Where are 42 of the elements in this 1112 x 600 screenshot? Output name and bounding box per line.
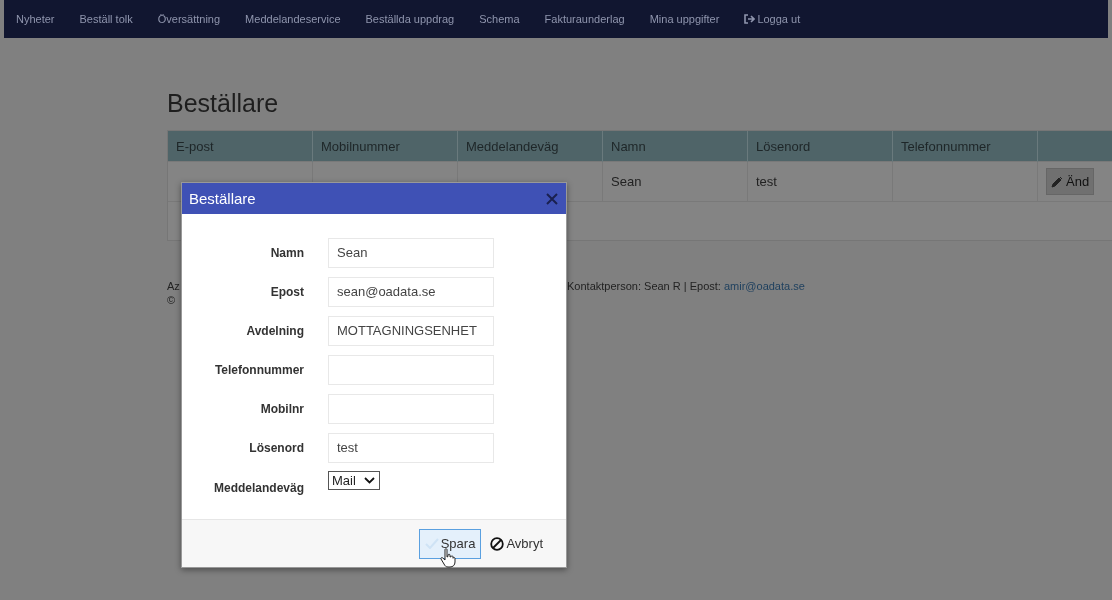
nav-link[interactable]: Beställda uppdrag xyxy=(365,13,455,25)
column-header: Meddelandeväg xyxy=(457,131,603,162)
field-label: Telefonnummer xyxy=(213,362,304,377)
logout-icon xyxy=(744,14,756,24)
nav-link[interactable]: Schema xyxy=(479,13,520,25)
column-header: Telefonnummer xyxy=(892,131,1038,162)
nav-link[interactable]: Nyheter xyxy=(16,13,55,25)
input-field[interactable]: MOTTAGNINGSENHET xyxy=(328,315,494,346)
field-label: Mobilnr xyxy=(259,401,304,416)
pencil-icon xyxy=(1051,175,1063,188)
input-field[interactable]: sean@oadata.se xyxy=(328,276,494,307)
dialog-title: Beställare xyxy=(189,190,256,207)
ban-icon xyxy=(490,536,505,551)
column-header: Namn xyxy=(602,131,748,162)
logout-link[interactable]: Logga ut xyxy=(744,13,801,25)
column-header: Lösenord xyxy=(747,131,893,162)
input-field[interactable]: test xyxy=(328,432,494,463)
nav-link[interactable]: Fakturaunderlag xyxy=(544,13,625,25)
copyright-text: © xyxy=(167,293,176,307)
select-field[interactable]: Mail xyxy=(328,471,380,490)
nav-link[interactable]: Mina uppgifter xyxy=(649,13,720,25)
input-field[interactable]: Sean xyxy=(328,237,494,268)
chevron-down-icon xyxy=(363,477,375,484)
field-label: Avdelning xyxy=(245,323,304,338)
page-title: Beställare xyxy=(167,88,280,118)
column-header: Mobilnummer xyxy=(312,131,458,162)
column-header: E-post xyxy=(168,131,313,162)
footer-text: Az xyxy=(167,279,180,293)
nav-link[interactable]: Beställ tolk xyxy=(79,13,133,25)
table-cell: Sean xyxy=(611,174,642,189)
field-label: Namn xyxy=(269,245,304,260)
field-label: Meddelandeväg xyxy=(212,481,304,495)
field-label: Lösenord xyxy=(248,440,304,455)
nav-link[interactable]: Meddelandeservice xyxy=(245,13,341,25)
field-label: Epost xyxy=(269,284,304,299)
close-icon xyxy=(546,192,558,205)
edit-button[interactable]: Änd xyxy=(1046,168,1095,195)
table-cell: test xyxy=(756,174,777,189)
nav-link[interactable]: Översättning xyxy=(157,13,221,25)
contact-text: Kontaktperson: Sean R | Epost: xyxy=(567,280,722,292)
close-button[interactable] xyxy=(546,192,558,205)
cancel-button[interactable]: Avbryt xyxy=(484,528,549,559)
